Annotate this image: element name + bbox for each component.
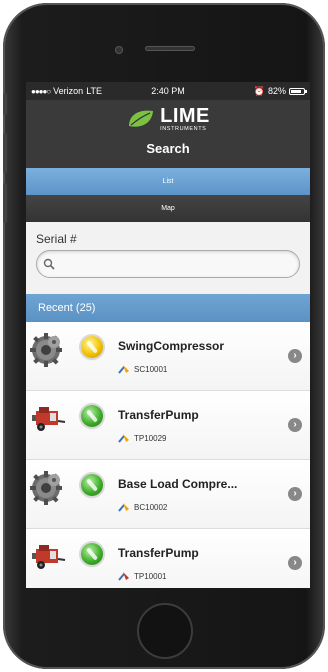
- logo-wordmark: LIME: [160, 105, 210, 127]
- list-item[interactable]: Base Load Compre... BC10002 ›: [26, 460, 310, 529]
- serial-number: TP10001: [134, 571, 167, 581]
- list-item[interactable]: TransferPump TP10029 ›: [26, 391, 310, 460]
- equipment-serial: SC10001: [118, 364, 167, 374]
- serial-number: TP10029: [134, 433, 167, 443]
- serial-search-input[interactable]: [59, 257, 293, 271]
- equipment-serial: BC10002: [118, 502, 167, 512]
- equipment-serial: TP10029: [118, 433, 166, 443]
- status-indicator: [81, 336, 103, 358]
- battery-percent: 82%: [267, 86, 286, 96]
- search-box[interactable]: [36, 250, 300, 278]
- mute-switch: [3, 93, 7, 115]
- equipment-serial: TP10001: [118, 571, 166, 581]
- app-screen: ●●●●○ Verizon LTE 2:40 PM ⏰ 82% LIME INS…: [26, 82, 310, 588]
- lime-leaf-icon: [129, 110, 154, 127]
- status-indicator: [81, 405, 103, 427]
- chevron-right-icon[interactable]: ›: [288, 349, 302, 363]
- status-indicator: [81, 543, 103, 565]
- pump-trailer-icon: [32, 407, 66, 431]
- search-panel: Serial #: [26, 222, 310, 294]
- tab-map-label: Map: [161, 205, 175, 212]
- lime-logo: LIME INSTRUMENTS: [126, 106, 210, 133]
- volume-up-button: [3, 133, 7, 173]
- gear-icon: [30, 333, 62, 367]
- signal-icon: [118, 434, 129, 443]
- carrier-name: Verizon: [53, 86, 84, 96]
- serial-number: BC10002: [134, 502, 168, 512]
- recent-label: Recent (25): [38, 302, 96, 314]
- list-item[interactable]: SwingCompressor SC10001 ›: [26, 322, 310, 391]
- page-title: Search: [146, 140, 190, 156]
- logo-subtitle: INSTRUMENTS: [160, 126, 207, 132]
- status-indicator: [81, 474, 103, 496]
- tab-map[interactable]: Map: [26, 195, 310, 222]
- volume-down-button: [3, 183, 7, 223]
- status-bar: ●●●●○ Verizon LTE 2:40 PM ⏰ 82%: [26, 82, 310, 100]
- equipment-name: TransferPump: [118, 546, 199, 560]
- equipment-name: SwingCompressor: [118, 339, 225, 353]
- tab-list-label: List: [162, 178, 174, 185]
- clock: 2:40 PM: [151, 86, 185, 96]
- pump-trailer-icon: [32, 545, 66, 569]
- search-icon: [43, 258, 55, 270]
- app-header: LIME INSTRUMENTS Search: [26, 100, 310, 168]
- equipment-name: Base Load Compre...: [118, 477, 238, 491]
- gear-icon: [30, 471, 62, 505]
- no-signal-icon: [118, 572, 129, 581]
- chevron-right-icon[interactable]: ›: [288, 556, 302, 570]
- signal-strength-icon: ●●●●○: [31, 86, 51, 96]
- network-type: LTE: [86, 86, 103, 96]
- earpiece-speaker: [145, 46, 195, 51]
- home-button[interactable]: [137, 603, 193, 659]
- search-label: Serial #: [36, 232, 77, 246]
- signal-icon: [118, 365, 129, 374]
- list-item[interactable]: TransferPump TP10001 ›: [26, 529, 310, 588]
- alarm-icon: ⏰: [253, 85, 265, 96]
- equipment-name: TransferPump: [118, 408, 199, 422]
- equipment-list: SwingCompressor SC10001 › TransferPump T…: [26, 322, 310, 588]
- tab-list[interactable]: List: [26, 168, 310, 195]
- recent-header: Recent (25): [26, 294, 310, 322]
- signal-icon: [118, 503, 129, 512]
- battery-icon: [288, 87, 307, 95]
- front-camera: [115, 46, 123, 54]
- chevron-right-icon[interactable]: ›: [288, 418, 302, 432]
- chevron-right-icon[interactable]: ›: [288, 487, 302, 501]
- serial-number: SC10001: [134, 364, 168, 374]
